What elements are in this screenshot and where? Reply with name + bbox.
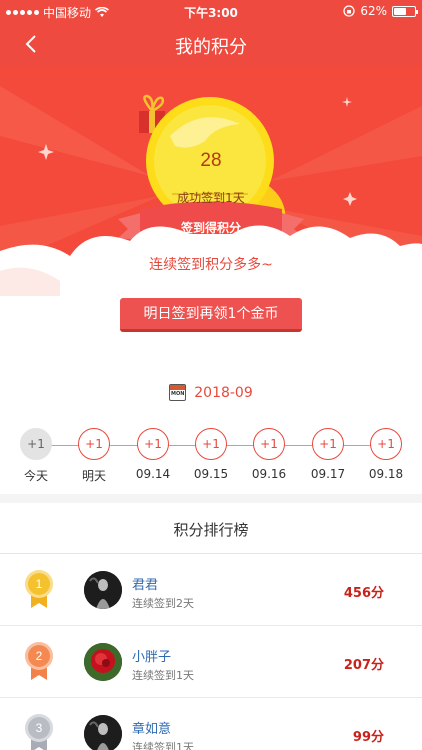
avatar[interactable] [84, 715, 122, 750]
ranking-list: 1 君君 连续签到2天 456分 2 小胖子 连续签到1天 207分 3 章如意 连续签到1天 99分 [0, 554, 422, 750]
ranking-title: 积分排行榜 [173, 521, 249, 539]
rank-medal-icon: 1 [24, 570, 54, 610]
navigation-bar: 我的积分 [0, 22, 422, 66]
timeline-day-label: 09.17 [310, 467, 346, 481]
month-row: MON 2018-09 [0, 384, 422, 401]
timeline-day-reward: +1 [312, 428, 344, 460]
sign-in-hero: 28 成功签到1天 签到得积分 连续签到积分多多~ 明日签到再领1个金币 [0, 66, 422, 356]
avatar[interactable] [84, 571, 122, 609]
timeline-day-label: 09.14 [135, 467, 171, 481]
timeline-day-label: 明天 [81, 469, 106, 483]
calendar-icon: MON [169, 384, 187, 401]
coin-subtitle: 成功签到1天 [177, 191, 245, 205]
medal-rank-number: 2 [25, 642, 53, 670]
points-value: 99分 [352, 730, 384, 745]
promo-text: 连续签到积分多多~ [149, 257, 273, 273]
timeline-day: +1 今天 [11, 428, 61, 484]
streak-days: 连续签到1天 [132, 741, 194, 750]
streak-days: 连续签到2天 [132, 597, 194, 610]
user-name[interactable]: 君君 [132, 574, 158, 593]
user-name[interactable]: 章如意 [132, 718, 171, 737]
month-label: 2018-09 [194, 384, 253, 401]
medal-rank-number: 1 [25, 570, 53, 598]
ranking-row[interactable]: 1 君君连续签到2天 456分 [0, 554, 422, 626]
timeline-day: +1 09.16 [244, 428, 294, 481]
streak-days: 连续签到1天 [132, 669, 194, 682]
medal-rank-number: 3 [25, 714, 53, 742]
timeline-day-label: 09.18 [368, 467, 404, 481]
timeline-day-reward: +1 [253, 428, 285, 460]
avatar[interactable] [84, 643, 122, 681]
timeline-day-label: 今天 [23, 469, 48, 483]
timeline-day-reward: +1 [137, 428, 169, 460]
timeline-day: +1 09.18 [361, 428, 411, 481]
coin-count: 28 [200, 150, 222, 171]
battery-icon [392, 5, 418, 17]
sign-in-timeline: +1 今天 +1 明天 +1 09.14 +1 09.15 +1 09.16 +1 09.17 +1 09… [0, 428, 422, 488]
user-name[interactable]: 小胖子 [132, 646, 171, 665]
timeline-day: +1 09.15 [186, 428, 236, 481]
timeline-day: +1 09.17 [303, 428, 353, 481]
points-value: 207分 [343, 658, 384, 673]
ranking-row[interactable]: 3 章如意连续签到1天 99分 [0, 698, 422, 750]
timeline-day: +1 09.14 [128, 428, 178, 481]
ranking-row[interactable]: 2 小胖子连续签到1天 207分 [0, 626, 422, 698]
points-value: 456分 [343, 586, 384, 601]
rank-medal-icon: 2 [24, 642, 54, 682]
page-title: 我的积分 [175, 37, 247, 58]
tomorrow-sign-in-button[interactable]: 明日签到再领1个金币 [120, 298, 302, 332]
timeline-day-reward: +1 [20, 428, 52, 460]
tomorrow-sign-in-label: 明日签到再领1个金币 [143, 306, 279, 322]
timeline-day-label: 09.16 [251, 467, 287, 481]
timeline-day-reward: +1 [195, 428, 227, 460]
status-bar: 中国移动 下午3:00 62% [0, 0, 422, 22]
rank-medal-icon: 3 [24, 714, 54, 750]
section-divider [0, 494, 422, 503]
timeline-day-reward: +1 [370, 428, 402, 460]
calendar-icon-text: MON [171, 391, 185, 397]
status-right: 62% [343, 4, 418, 18]
promo-card: 连续签到积分多多~ [125, 244, 297, 286]
timeline-day: +1 明天 [69, 428, 119, 484]
rotation-lock-icon [343, 5, 355, 17]
battery-percent: 62% [360, 4, 387, 18]
timeline-day-label: 09.15 [193, 467, 229, 481]
ribbon-label: 签到得积分 [180, 221, 241, 235]
timeline-day-reward: +1 [78, 428, 110, 460]
